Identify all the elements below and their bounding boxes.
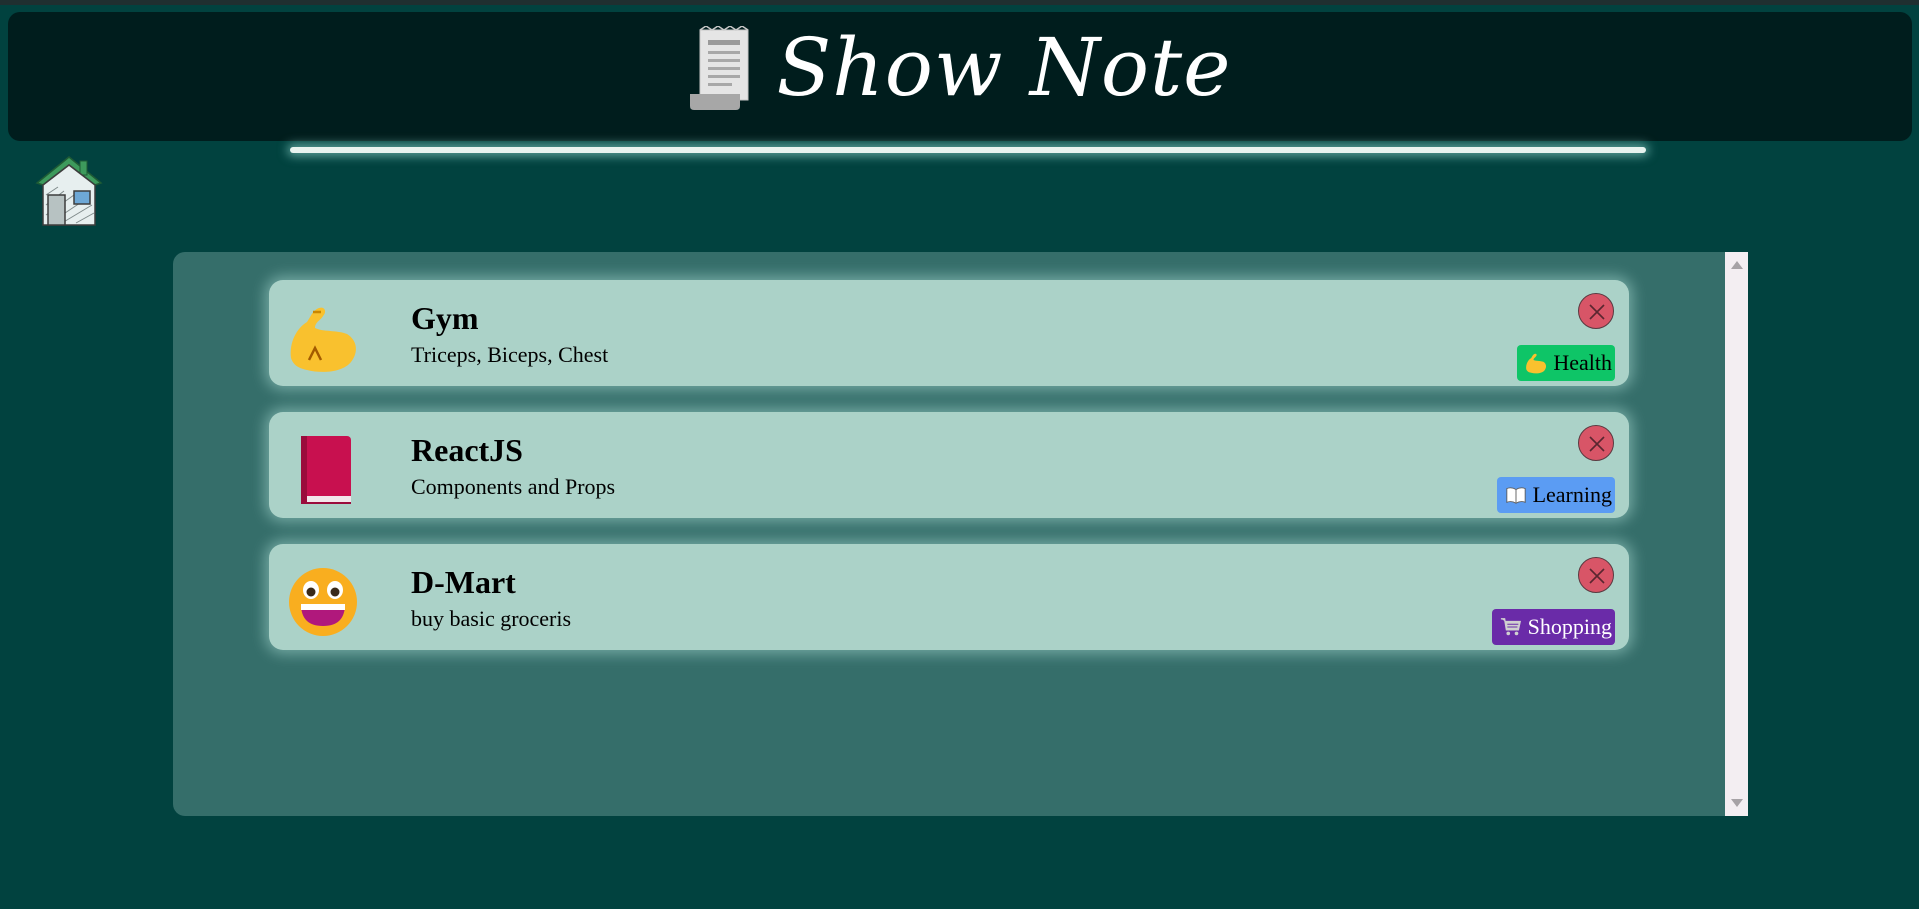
app-header: Show Note — [8, 12, 1912, 153]
header-underline — [290, 147, 1646, 153]
flexed-biceps-icon — [290, 307, 356, 372]
scroll-up-arrow-icon[interactable] — [1731, 261, 1743, 269]
receipt-icon — [690, 26, 749, 110]
note-title: Gym — [411, 300, 479, 336]
close-icon — [1589, 568, 1605, 584]
note-description: buy basic groceris — [411, 606, 572, 631]
category-tag[interactable]: Learning — [1496, 477, 1615, 513]
tag-label: Learning — [1532, 482, 1612, 507]
tag-label: Shopping — [1527, 614, 1612, 639]
delete-button[interactable] — [1578, 293, 1614, 329]
scroll-down-arrow-icon[interactable] — [1731, 799, 1743, 807]
top-border — [0, 0, 1919, 5]
note-card: Gym Triceps, Biceps, Chest Health — [269, 280, 1629, 386]
delete-button[interactable] — [1578, 557, 1614, 593]
home-icon[interactable] — [34, 155, 104, 227]
note-card: D-Mart buy basic groceris Shopping — [269, 544, 1629, 650]
title-wrap: Show Note — [8, 26, 1912, 110]
vertical-scrollbar[interactable] — [1725, 252, 1748, 816]
page-title: Show Note — [776, 21, 1232, 114]
note-description: Components and Props — [411, 474, 616, 499]
note-card: ReactJS Components and Props Learning — [269, 412, 1629, 518]
category-tag[interactable]: Shopping — [1491, 609, 1615, 645]
red-book-icon — [301, 436, 351, 504]
notes-list[interactable]: Gym Triceps, Biceps, Chest Health ReactJ… — [173, 252, 1748, 816]
delete-button[interactable] — [1578, 425, 1614, 461]
open-book-icon — [1505, 487, 1526, 504]
shopping-cart-icon — [1500, 618, 1521, 636]
category-tag[interactable]: Health — [1517, 345, 1615, 381]
note-description: Triceps, Biceps, Chest — [411, 342, 609, 367]
close-icon — [1589, 304, 1605, 320]
note-title: D-Mart — [411, 564, 516, 600]
note-title: ReactJS — [411, 432, 523, 468]
flexed-biceps-icon — [1526, 353, 1547, 374]
close-icon — [1589, 436, 1605, 452]
tag-label: Health — [1553, 350, 1612, 375]
grinning-face-icon — [289, 568, 357, 636]
